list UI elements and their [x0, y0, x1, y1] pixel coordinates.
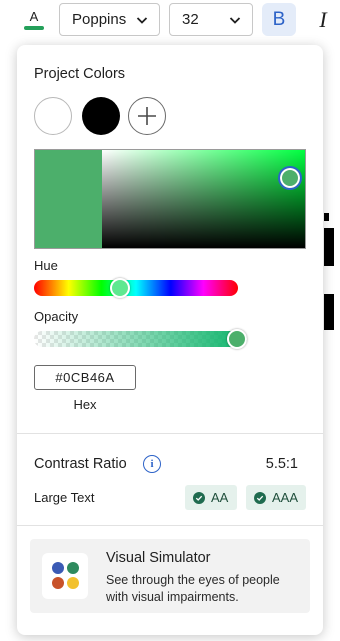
hue-slider-handle[interactable]	[110, 278, 130, 298]
saturation-value-area[interactable]	[102, 150, 305, 248]
hue-slider[interactable]	[34, 280, 238, 296]
divider	[17, 525, 323, 526]
contrast-ratio-title: Contrast Ratio	[34, 456, 127, 472]
opacity-label: Opacity	[34, 309, 79, 324]
sim-dot-blue	[52, 562, 64, 574]
add-color-button[interactable]	[128, 97, 166, 135]
swatch-white[interactable]	[34, 97, 72, 135]
aaa-badge: AAA	[246, 485, 306, 510]
large-text-label: Large Text	[34, 490, 95, 505]
text-toolbar: A Poppins 32 B I	[0, 0, 340, 40]
visual-simulator-card[interactable]: Visual Simulator See through the eyes of…	[30, 539, 310, 613]
chevron-down-icon	[229, 16, 241, 24]
text-color-swatch	[24, 26, 44, 30]
text-color-button[interactable]: A	[21, 7, 47, 33]
current-color-preview	[35, 150, 102, 248]
italic-button[interactable]: I	[306, 3, 340, 36]
opacity-slider-handle[interactable]	[227, 329, 247, 349]
aaa-badge-label: AAA	[271, 490, 298, 505]
info-icon[interactable]: i	[143, 455, 161, 473]
sim-dot-orange	[52, 577, 64, 589]
visual-simulator-title: Visual Simulator	[106, 550, 211, 566]
canvas-text-fragment	[324, 294, 334, 330]
aa-badge: AA	[185, 485, 237, 510]
check-circle-icon	[254, 491, 266, 504]
font-size-dropdown[interactable]: 32	[169, 3, 253, 36]
canvas-text-fragment	[324, 213, 329, 221]
font-size-value: 32	[182, 11, 199, 28]
hue-label: Hue	[34, 258, 58, 273]
divider	[17, 433, 323, 434]
saturation-value-handle[interactable]	[278, 166, 302, 190]
text-color-letter: A	[29, 9, 39, 24]
bold-button[interactable]: B	[262, 3, 296, 36]
chevron-down-icon	[136, 16, 148, 24]
plus-icon	[138, 107, 156, 125]
hex-label: Hex	[73, 397, 97, 412]
hex-input[interactable]	[34, 365, 136, 390]
sim-dot-green	[67, 562, 79, 574]
sim-dot-yellow	[67, 577, 79, 589]
contrast-ratio-value: 5.5:1	[265, 456, 298, 472]
font-family-dropdown[interactable]: Poppins	[59, 3, 160, 36]
saturation-value-picker[interactable]	[34, 149, 306, 249]
font-family-value: Poppins	[72, 11, 127, 28]
aa-badge-label: AA	[211, 490, 229, 505]
canvas-text-fragment	[324, 228, 334, 266]
visual-simulator-icon	[42, 553, 88, 599]
color-picker-popover: Project Colors Hue Opacity Hex Contrast …	[17, 45, 323, 635]
project-colors-title: Project Colors	[34, 66, 126, 82]
swatch-black[interactable]	[82, 97, 120, 135]
opacity-slider[interactable]	[34, 331, 247, 347]
visual-simulator-description: See through the eyes of people with visu…	[106, 573, 280, 604]
check-circle-icon	[193, 491, 205, 504]
